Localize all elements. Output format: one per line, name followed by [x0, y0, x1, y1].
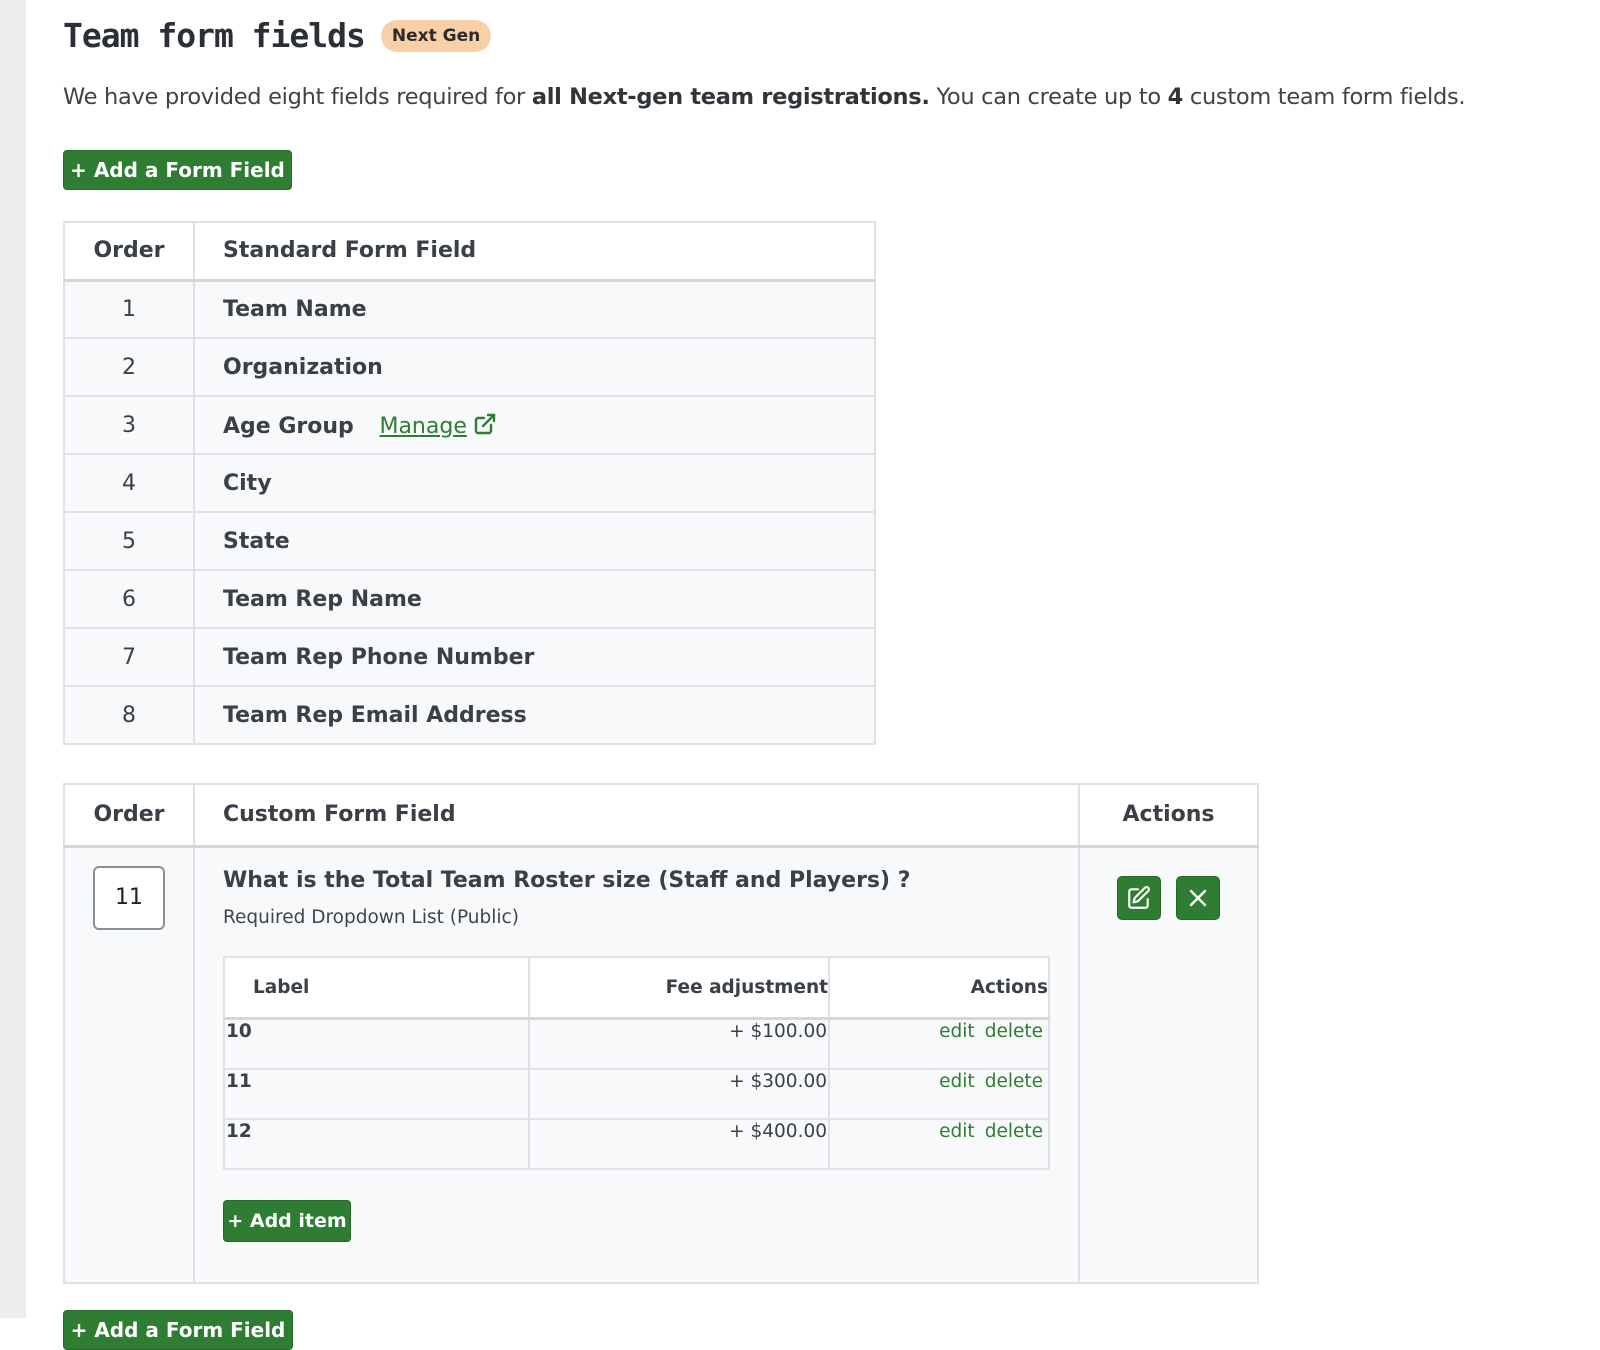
add-form-field-button-bottom[interactable]: + Add a Form Field [63, 1310, 293, 1350]
row-field: Team Name [193, 279, 876, 339]
custom-field-cell: What is the Total Team Roster size (Staf… [193, 845, 1080, 1284]
col-actions: Actions [1078, 783, 1259, 848]
row-order: 6 [63, 569, 195, 629]
option-edit-link[interactable]: edit [939, 1121, 975, 1142]
left-rail [0, 0, 26, 1318]
options-col-label: Label [223, 955, 530, 1020]
custom-order-cell [63, 845, 195, 1284]
add-item-button[interactable]: + Add item [223, 1199, 351, 1242]
manage-link-label: Manage [379, 413, 467, 439]
row-order: 1 [63, 279, 195, 339]
option-row: 10 + $100.00 edit delete [223, 1017, 1050, 1070]
custom-field-type: Required Dropdown List (Public) [223, 906, 519, 928]
col-custom-field: Custom Form Field [193, 783, 1080, 848]
row-order: 7 [63, 627, 195, 687]
next-gen-badge: Next Gen [380, 19, 492, 52]
edit-field-button[interactable] [1117, 875, 1161, 920]
table-row: 1 Team Name [63, 279, 876, 339]
intro-text: We have provided eight fields required f… [63, 84, 1583, 110]
custom-field-question: What is the Total Team Roster size (Staf… [223, 867, 911, 893]
options-table: Label Fee adjustment Actions 10 + $100.0… [223, 955, 1050, 1170]
row-order: 5 [63, 511, 195, 571]
options-header: Label Fee adjustment Actions [223, 955, 1050, 1020]
table-row: 4 City [63, 453, 876, 513]
table-row: 7 Team Rep Phone Number [63, 627, 876, 687]
row-order: 3 [63, 395, 195, 455]
col-order: Order [63, 221, 195, 282]
intro-part3: custom team form fields. [1183, 84, 1466, 110]
standard-table-header: Order Standard Form Field [63, 221, 876, 282]
row-field: Organization [193, 337, 876, 397]
external-link-icon [474, 413, 496, 434]
option-row: 12 + $400.00 edit delete [223, 1117, 1050, 1170]
option-actions: edit delete [828, 1017, 1050, 1070]
option-label: 12 [223, 1117, 530, 1170]
custom-table-header: Order Custom Form Field Actions [63, 783, 1259, 848]
options-col-fee: Fee adjustment [528, 955, 830, 1020]
row-field: Team Rep Email Address [193, 685, 876, 745]
intro-bold1: all Next-gen team registrations. [531, 84, 930, 110]
col-standard-field: Standard Form Field [193, 221, 876, 282]
option-actions: edit delete [828, 1117, 1050, 1170]
intro-part1: We have provided eight fields required f… [63, 84, 532, 110]
option-actions: edit delete [828, 1067, 1050, 1120]
title-row: Team form fields Next Gen [63, 16, 492, 55]
row-order: 8 [63, 685, 195, 745]
row-field: Team Rep Name [193, 569, 876, 629]
row-field-label: Age Group [223, 413, 354, 439]
option-edit-link[interactable]: edit [939, 1071, 975, 1092]
option-fee: + $400.00 [528, 1117, 830, 1170]
option-delete-link[interactable]: delete [985, 1021, 1043, 1042]
row-order: 2 [63, 337, 195, 397]
intro-bold2: 4 [1167, 84, 1184, 110]
table-row: 8 Team Rep Email Address [63, 685, 876, 745]
delete-field-button[interactable] [1176, 875, 1220, 920]
table-row: 2 Organization [63, 337, 876, 397]
option-fee: + $100.00 [528, 1017, 830, 1070]
custom-actions-cell [1078, 845, 1259, 1284]
close-icon [1189, 889, 1207, 906]
option-fee: + $300.00 [528, 1067, 830, 1120]
edit-icon [1128, 885, 1150, 909]
option-edit-link[interactable]: edit [939, 1021, 975, 1042]
manage-age-group-link[interactable]: Manage [379, 413, 496, 439]
col-order: Order [63, 783, 195, 848]
options-col-actions: Actions [828, 955, 1050, 1020]
row-field: City [193, 453, 876, 513]
option-delete-link[interactable]: delete [985, 1071, 1043, 1092]
custom-field-row: What is the Total Team Roster size (Staf… [63, 845, 1259, 1284]
page-title: Team form fields [63, 16, 366, 55]
add-form-field-button[interactable]: + Add a Form Field [63, 150, 292, 190]
table-row: 5 State [63, 511, 876, 571]
row-field: Team Rep Phone Number [193, 627, 876, 687]
row-field-age-group: Age Group Manage [193, 395, 876, 455]
row-order: 4 [63, 453, 195, 513]
intro-part2: You can create up to [929, 84, 1168, 110]
table-row: 6 Team Rep Name [63, 569, 876, 629]
option-label: 11 [223, 1067, 530, 1120]
custom-fields-table: Order Custom Form Field Actions What is … [63, 783, 1259, 1284]
table-row: 3 Age Group Manage [63, 395, 876, 455]
standard-fields-table: Order Standard Form Field 1 Team Name 2 … [63, 221, 876, 745]
option-label: 10 [223, 1017, 530, 1070]
row-field: State [193, 511, 876, 571]
option-row: 11 + $300.00 edit delete [223, 1067, 1050, 1120]
option-delete-link[interactable]: delete [985, 1121, 1043, 1142]
order-input[interactable] [93, 865, 165, 930]
